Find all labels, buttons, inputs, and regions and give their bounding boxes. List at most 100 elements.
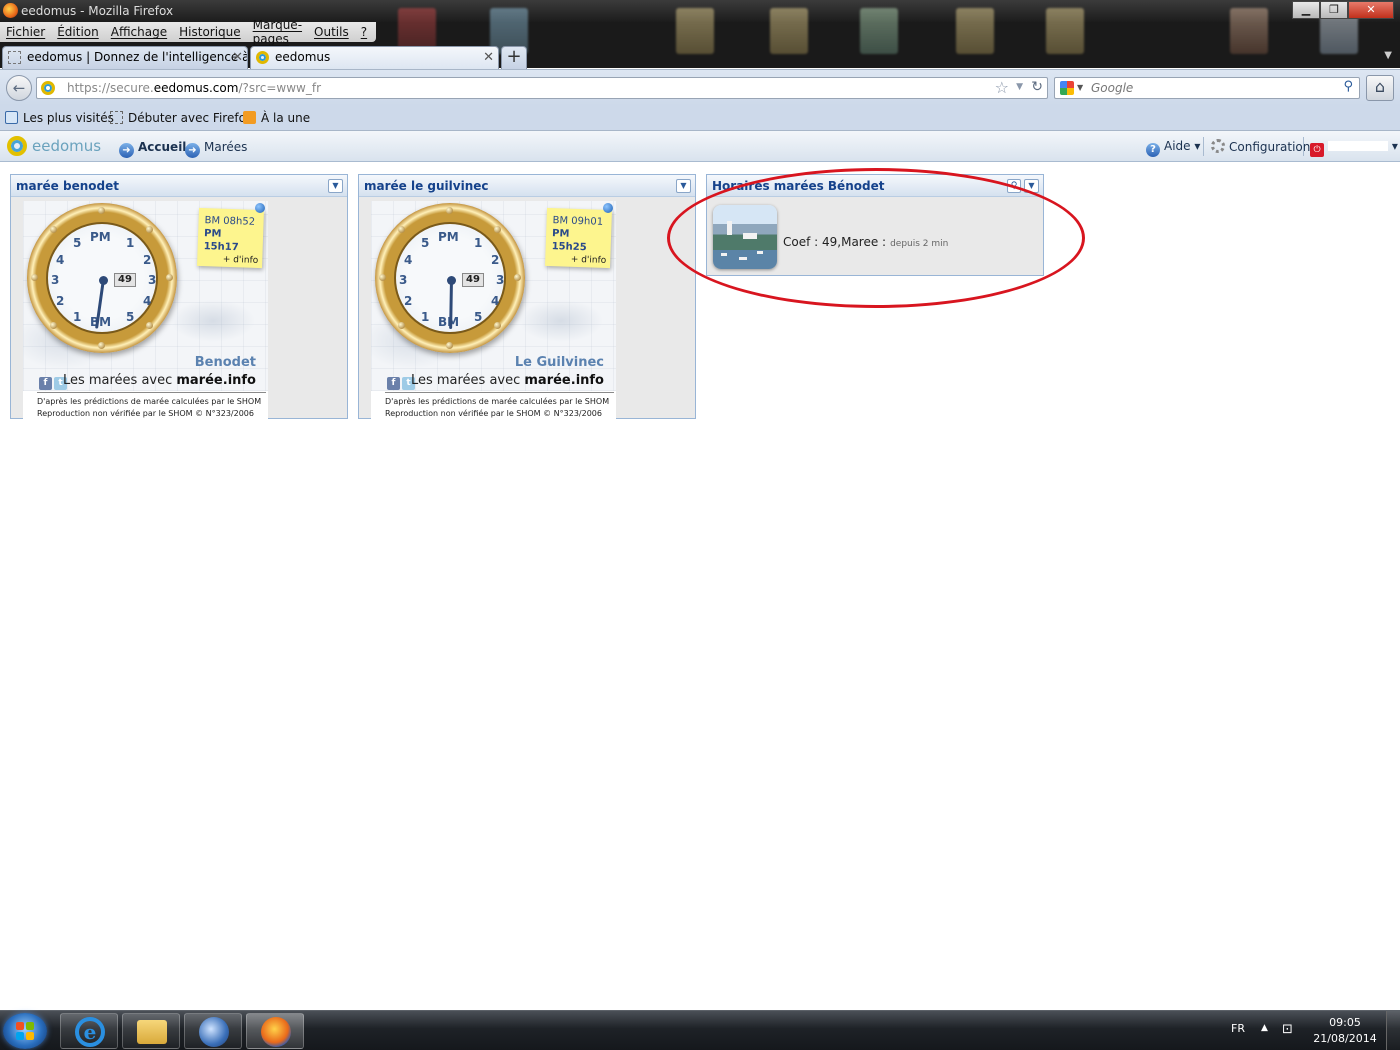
power-icon: ⏻ [1310,143,1324,157]
menu-marque-pages[interactable]: Marque-pages [253,18,302,46]
firefox-icon [261,1017,291,1047]
tide-clock-panel[interactable]: PM 1 2 3 4 5 5 4 3 2 1 BM 49 BM 09h01 PM… [371,201,616,419]
window-titlebar: eedomus - Mozilla Firefox ▁ ❐ ✕ [0,0,1400,54]
separator [1203,137,1204,156]
configuration-link[interactable]: Configuration [1211,139,1310,154]
windows-taskbar: e FR ▲ ⊡ 09:05 21/08/2014 [0,1010,1400,1050]
tab-eedomus-home[interactable]: eedomus | Donnez de l'intelligence à ...… [2,46,248,69]
tide-dial: PM 1 2 3 4 5 5 4 3 2 1 BM 49 [394,222,506,334]
harbor-thumbnail[interactable] [713,205,777,269]
tide-times-note: BM 08h52 PM 15h17 + d'info [197,207,264,269]
nav-accueil[interactable]: ➜ Accueil [119,140,186,158]
site-identity-icon[interactable] [41,81,55,95]
facebook-icon[interactable]: f [39,377,52,390]
taskbar-thunderbird[interactable] [184,1013,242,1049]
last-update: depuis 2 min [890,239,949,249]
system-clock[interactable]: 09:05 21/08/2014 [1306,1015,1384,1047]
menu-bar: Fichier Édition Affichage Historique Mar… [0,18,376,46]
widget-menu-dropdown-icon[interactable]: ▼ [328,179,343,193]
taskbar-explorer[interactable] [122,1013,180,1049]
more-info-link[interactable]: + d'info [203,253,259,268]
show-desktop-button[interactable] [1386,1011,1400,1050]
window-title: eedomus - Mozilla Firefox [21,4,174,18]
engine-dropdown-icon[interactable]: ▼ [1077,83,1083,92]
widget-menu-dropdown-icon[interactable]: ▼ [676,179,691,193]
maree-info-slogan[interactable]: Les marées avec marée.info [411,373,604,388]
bookmark-star-icon[interactable]: ☆ [995,78,1009,97]
widget-header: marée le guilvinec ▼ [359,175,695,197]
tide-clock-panel[interactable]: PM 1 2 3 4 5 5 4 3 2 1 BM 49 BM 08h52 PM… [23,201,268,419]
menu-edition[interactable]: Édition [57,25,99,39]
reload-icon[interactable]: ↻ [1031,79,1043,95]
nav-marees[interactable]: ➜ Marées [185,140,247,158]
language-indicator[interactable]: FR [1231,1022,1245,1035]
google-engine-icon[interactable] [1060,81,1074,95]
search-bar[interactable]: ▼ Google ⚲ [1054,77,1360,99]
arrow-right-icon: ➜ [119,143,134,158]
widget-menu-dropdown-icon[interactable]: ▼ [1024,179,1039,193]
coefficient-value: 49 [462,273,484,287]
tab-list-dropdown-icon[interactable]: ▼ [1384,50,1392,61]
magnifier-icon[interactable]: ⚲ [1007,179,1021,193]
widget-header: marée benodet ▼ [11,175,347,197]
eedomus-logo-icon[interactable] [7,136,27,156]
location-name: Le Guilvinec [514,355,604,370]
dial-bm-label: BM [90,315,112,329]
widget-header: Horaires marées Bénodet ⚲ ▼ [707,175,1043,197]
tab-label: eedomus | Donnez de l'intelligence à ... [27,50,248,64]
firefox-icon[interactable] [3,3,18,18]
back-button[interactable]: ← [6,75,32,101]
pushpin-icon [603,203,613,213]
tide-widget-guilvinec: marée le guilvinec ▼ PM 1 2 3 4 5 5 4 3 … [358,174,696,419]
clock-time: 09:05 [1329,1016,1361,1029]
rss-feed-icon [243,111,256,124]
widget-title: marée benodet [16,179,119,193]
horaires-value: Coef : 49,Maree : depuis 2 min [783,235,949,249]
close-window-button[interactable]: ✕ [1348,1,1394,19]
maree-info-slogan[interactable]: Les marées avec marée.info [63,373,256,388]
tide-times-note: BM 09h01 PM 15h25 + d'info [545,207,612,269]
home-button[interactable]: ⌂ [1366,75,1394,101]
url-text: https://secure.eedomus.com/?src=www_fr [67,81,322,95]
gear-icon [1211,139,1225,153]
minimize-button[interactable]: ▁ [1292,1,1320,19]
menu-affichage[interactable]: Affichage [111,25,167,39]
taskbar-internet-explorer[interactable]: e [60,1013,118,1049]
search-magnifier-icon[interactable]: ⚲ [1343,79,1353,94]
dial-pm-label: PM [90,230,111,244]
folder-icon [137,1020,167,1044]
url-history-dropdown-icon[interactable]: ▼ [1016,82,1023,92]
tab-eedomus[interactable]: eedomus ✕ [250,46,499,69]
logout-menu[interactable]: ⏻ ▾ [1310,139,1398,157]
more-info-link[interactable]: + d'info [551,253,607,268]
menu-outils[interactable]: Outils [314,25,349,39]
restore-button[interactable]: ❐ [1320,1,1348,19]
separator [1303,137,1304,156]
porthole-frame: PM 1 2 3 4 5 5 4 3 2 1 BM 49 [27,203,177,353]
url-bar[interactable]: https://secure.eedomus.com/?src=www_fr ☆… [36,77,1048,99]
bookmark-getting-started[interactable]: Débuter avec Firefox [110,111,253,125]
help-menu[interactable]: ? Aide ▾ [1146,139,1200,157]
navigation-toolbar: ← https://secure.eedomus.com/?src=www_fr… [0,69,1400,105]
tab-label: eedomus [275,50,331,64]
dial-pm-label: PM [438,230,459,244]
dial-hub [99,276,108,285]
bookmark-most-visited[interactable]: Les plus visités [5,111,114,125]
menu-help[interactable]: ? [361,25,367,39]
close-tab-icon[interactable]: ✕ [232,47,243,68]
eedomus-favicon-icon [256,51,269,64]
bookmarks-toolbar: Les plus visités Débuter avec Firefox À … [0,105,1400,131]
taskbar-firefox[interactable] [246,1013,304,1049]
close-tab-icon[interactable]: ✕ [483,47,494,68]
menu-historique[interactable]: Historique [179,25,241,39]
network-icon[interactable]: ⊡ [1282,1022,1293,1037]
new-tab-button[interactable]: + [501,46,527,69]
eedomus-logo-text[interactable]: eedomus [32,137,101,155]
menu-fichier[interactable]: Fichier [6,25,45,39]
window-controls: ▁ ❐ ✕ [1292,1,1394,19]
show-hidden-icons[interactable]: ▲ [1261,1023,1268,1033]
bookmark-headlines[interactable]: À la une [243,111,310,125]
coefficient-value: 49 [114,273,136,287]
start-button[interactable] [3,1013,47,1049]
facebook-icon[interactable]: f [387,377,400,390]
